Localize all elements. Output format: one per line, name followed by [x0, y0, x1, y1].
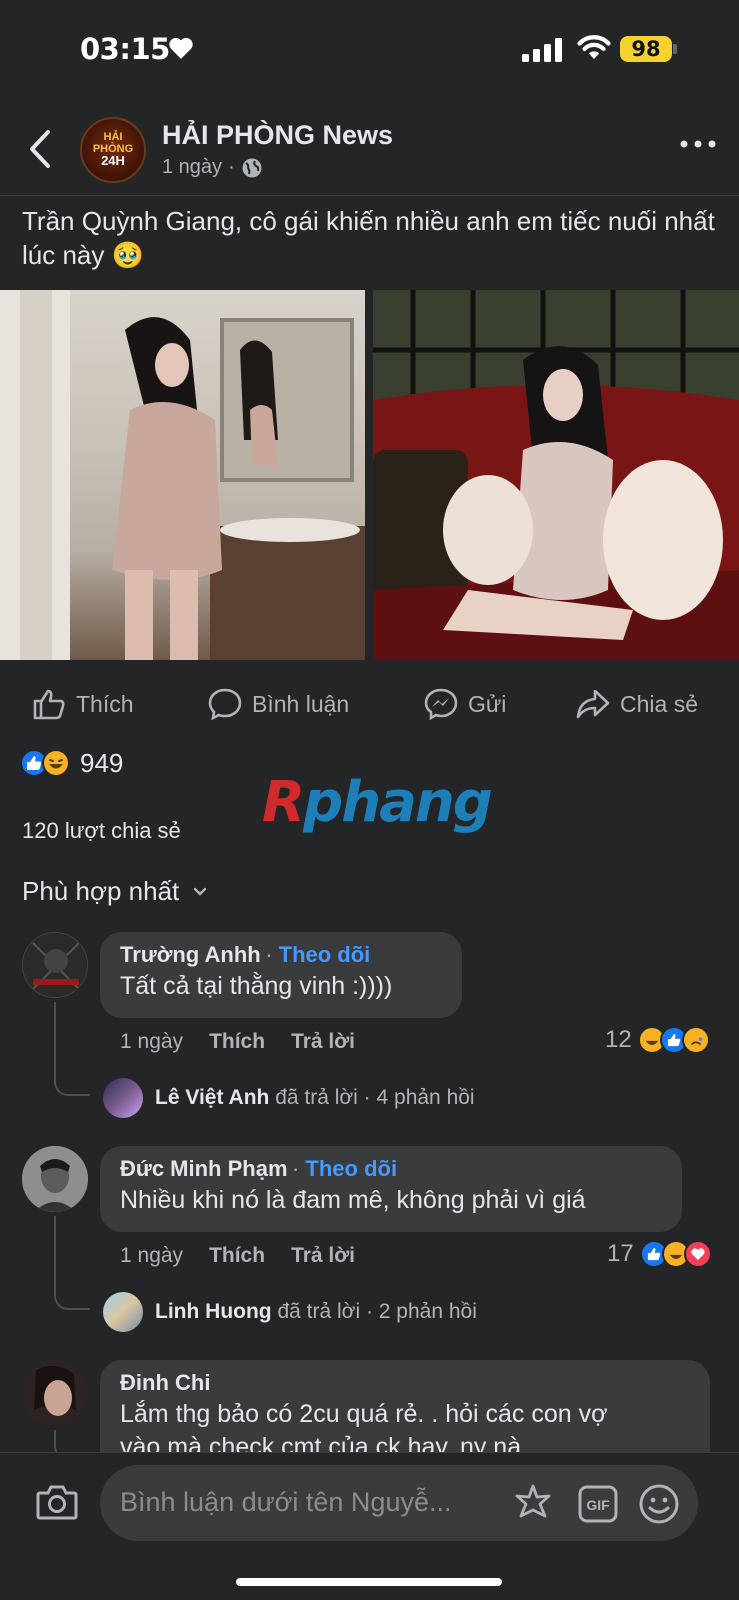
heart-icon [169, 37, 193, 59]
watermark-letter: R [262, 770, 305, 835]
comment-age: 1 ngày [120, 1030, 184, 1053]
comment-text: Lắm thg bảo có 2cu quá rẻ. . hỏi các con… [120, 1400, 608, 1428]
avatar-image [22, 1146, 88, 1212]
avatar-image [22, 1360, 88, 1426]
sad-reaction-icon [681, 1026, 710, 1054]
cellular-signal-icon [522, 38, 562, 62]
comment-reactions[interactable]: 12 [605, 1026, 710, 1054]
post-age: 1 ngày [162, 156, 223, 178]
comment-bubble-icon [208, 688, 242, 720]
status-time: 03:15 [80, 32, 170, 66]
haha-reaction-icon [42, 749, 70, 777]
back-arrow-icon[interactable] [24, 126, 58, 172]
post-meta: 1 ngày · [162, 156, 263, 179]
reply-summary[interactable]: Lê Việt Anh đã trả lời · 4 phản hồi [103, 1078, 475, 1118]
comment-reply-button[interactable]: Trả lời [291, 1030, 355, 1054]
more-options-icon[interactable] [678, 134, 718, 154]
post-header: HẢI PHÒNG 24H HẢI PHÒNG News 1 ngày · [0, 100, 739, 196]
comment-reaction-count: 12 [605, 1026, 632, 1053]
comment-like-button[interactable]: Thích [209, 1244, 265, 1268]
comment-text: Nhiều khi nó là đam mê, không phải vì gi… [120, 1186, 586, 1214]
home-indicator[interactable] [236, 1578, 502, 1586]
separator-dot: · [265, 942, 279, 967]
post-photo-1[interactable] [0, 290, 365, 660]
reply-summary[interactable]: Linh Huong đã trả lời · 2 phản hồi [103, 1292, 477, 1332]
avatar-logo-top: HẢI [103, 131, 123, 143]
battery-tip [673, 44, 677, 54]
avatar-logo-bottom: 24H [101, 153, 125, 168]
comment-bubble[interactable]: Đức Minh Phạm · Theo dõi Nhiều khi nó là… [100, 1146, 682, 1232]
comment-like-button[interactable]: Thích [209, 1030, 265, 1054]
post-reactions[interactable]: 949 [20, 746, 123, 780]
comment-author[interactable]: Đức Minh Phạm [120, 1156, 288, 1181]
comment-reply-button[interactable]: Trả lời [291, 1244, 355, 1268]
globe-icon [242, 158, 262, 177]
wifi-icon [577, 35, 611, 59]
thread-connector [54, 1002, 90, 1096]
send-button-label: Gửi [468, 690, 507, 717]
camera-icon[interactable] [36, 1483, 78, 1521]
reply-author: Lê Việt Anh [155, 1086, 270, 1109]
reply-summary-text: đã trả lời · 2 phản hồi [277, 1300, 477, 1323]
thumbs-up-icon [33, 689, 65, 720]
comment-author[interactable]: Trường Anhh [120, 942, 261, 967]
photo-1-illustration [0, 290, 365, 660]
comment-input-placeholder: Bình luận dưới tên Nguyễ... [120, 1487, 452, 1517]
svg-text:GIF: GIF [586, 1497, 610, 1513]
comment-author[interactable]: Đinh Chi [120, 1370, 690, 1396]
like-button[interactable]: Thích [32, 672, 134, 736]
watermark: Rphang [262, 770, 493, 835]
messenger-icon [424, 688, 458, 720]
comment-actions: 1 ngày Thích Trả lời [120, 1030, 355, 1054]
gif-icon[interactable]: GIF [578, 1485, 618, 1523]
meta-separator: · [228, 156, 235, 178]
love-reaction-icon [683, 1240, 712, 1268]
chevron-down-icon [194, 887, 207, 896]
comment-avatar[interactable] [22, 932, 88, 998]
page-name[interactable]: HẢI PHÒNG News [162, 120, 393, 151]
share-count[interactable]: 120 lượt chia sẻ [22, 818, 181, 844]
page-avatar[interactable]: HẢI PHÒNG 24H [80, 117, 146, 183]
reaction-count: 949 [80, 747, 124, 778]
separator-dot: · [291, 1156, 306, 1181]
follow-button[interactable]: Theo dõi [279, 942, 371, 967]
thread-connector [54, 1216, 90, 1310]
status-bar: 03:15 98 [0, 0, 739, 100]
comment-actions: 1 ngày Thích Trả lời [120, 1244, 355, 1268]
watermark-word: phang [303, 770, 493, 835]
follow-button[interactable]: Theo dõi [305, 1156, 397, 1181]
comment-avatar[interactable] [22, 1360, 88, 1426]
like-button-label: Thích [76, 690, 134, 717]
sort-label: Phù hợp nhất [22, 876, 180, 906]
reply-avatar [103, 1292, 143, 1332]
sticker-icon[interactable] [512, 1483, 554, 1525]
comment-sort-dropdown[interactable]: Phù hợp nhất [22, 876, 207, 907]
avatar-image [23, 933, 87, 997]
post-action-bar: Thích Bình luận Gửi Chia sẻ [0, 672, 739, 736]
emoji-icon[interactable] [638, 1483, 680, 1525]
comment-button-label: Bình luận [252, 690, 350, 717]
comment-reactions[interactable]: 17 [607, 1240, 712, 1268]
photo-2-illustration [373, 290, 739, 660]
post-photo-2[interactable] [373, 290, 739, 660]
comment-button[interactable]: Bình luận [208, 672, 349, 736]
comment-reaction-count: 17 [607, 1240, 634, 1267]
comment-bubble[interactable]: Trường Anhh · Theo dõi Tất cả tại thằng … [100, 932, 462, 1018]
share-button[interactable]: Chia sẻ [576, 672, 698, 736]
comment-age: 1 ngày [120, 1244, 184, 1267]
send-button[interactable]: Gửi [424, 672, 506, 736]
battery-level: 98 [620, 36, 672, 62]
comment-text: Tất cả tại thằng vinh :)))) [120, 972, 393, 1000]
post-text: Trần Quỳnh Giang, cô gái khiến nhiều anh… [22, 206, 715, 270]
reply-summary-text: đã trả lời · 4 phản hồi [275, 1086, 475, 1109]
share-button-label: Chia sẻ [620, 690, 698, 717]
share-arrow-icon [576, 689, 610, 719]
comment-input[interactable]: Bình luận dưới tên Nguyễ... GIF [100, 1465, 698, 1541]
reply-avatar [103, 1078, 143, 1118]
comment-avatar[interactable] [22, 1146, 88, 1212]
reply-author: Linh Huong [155, 1300, 272, 1323]
